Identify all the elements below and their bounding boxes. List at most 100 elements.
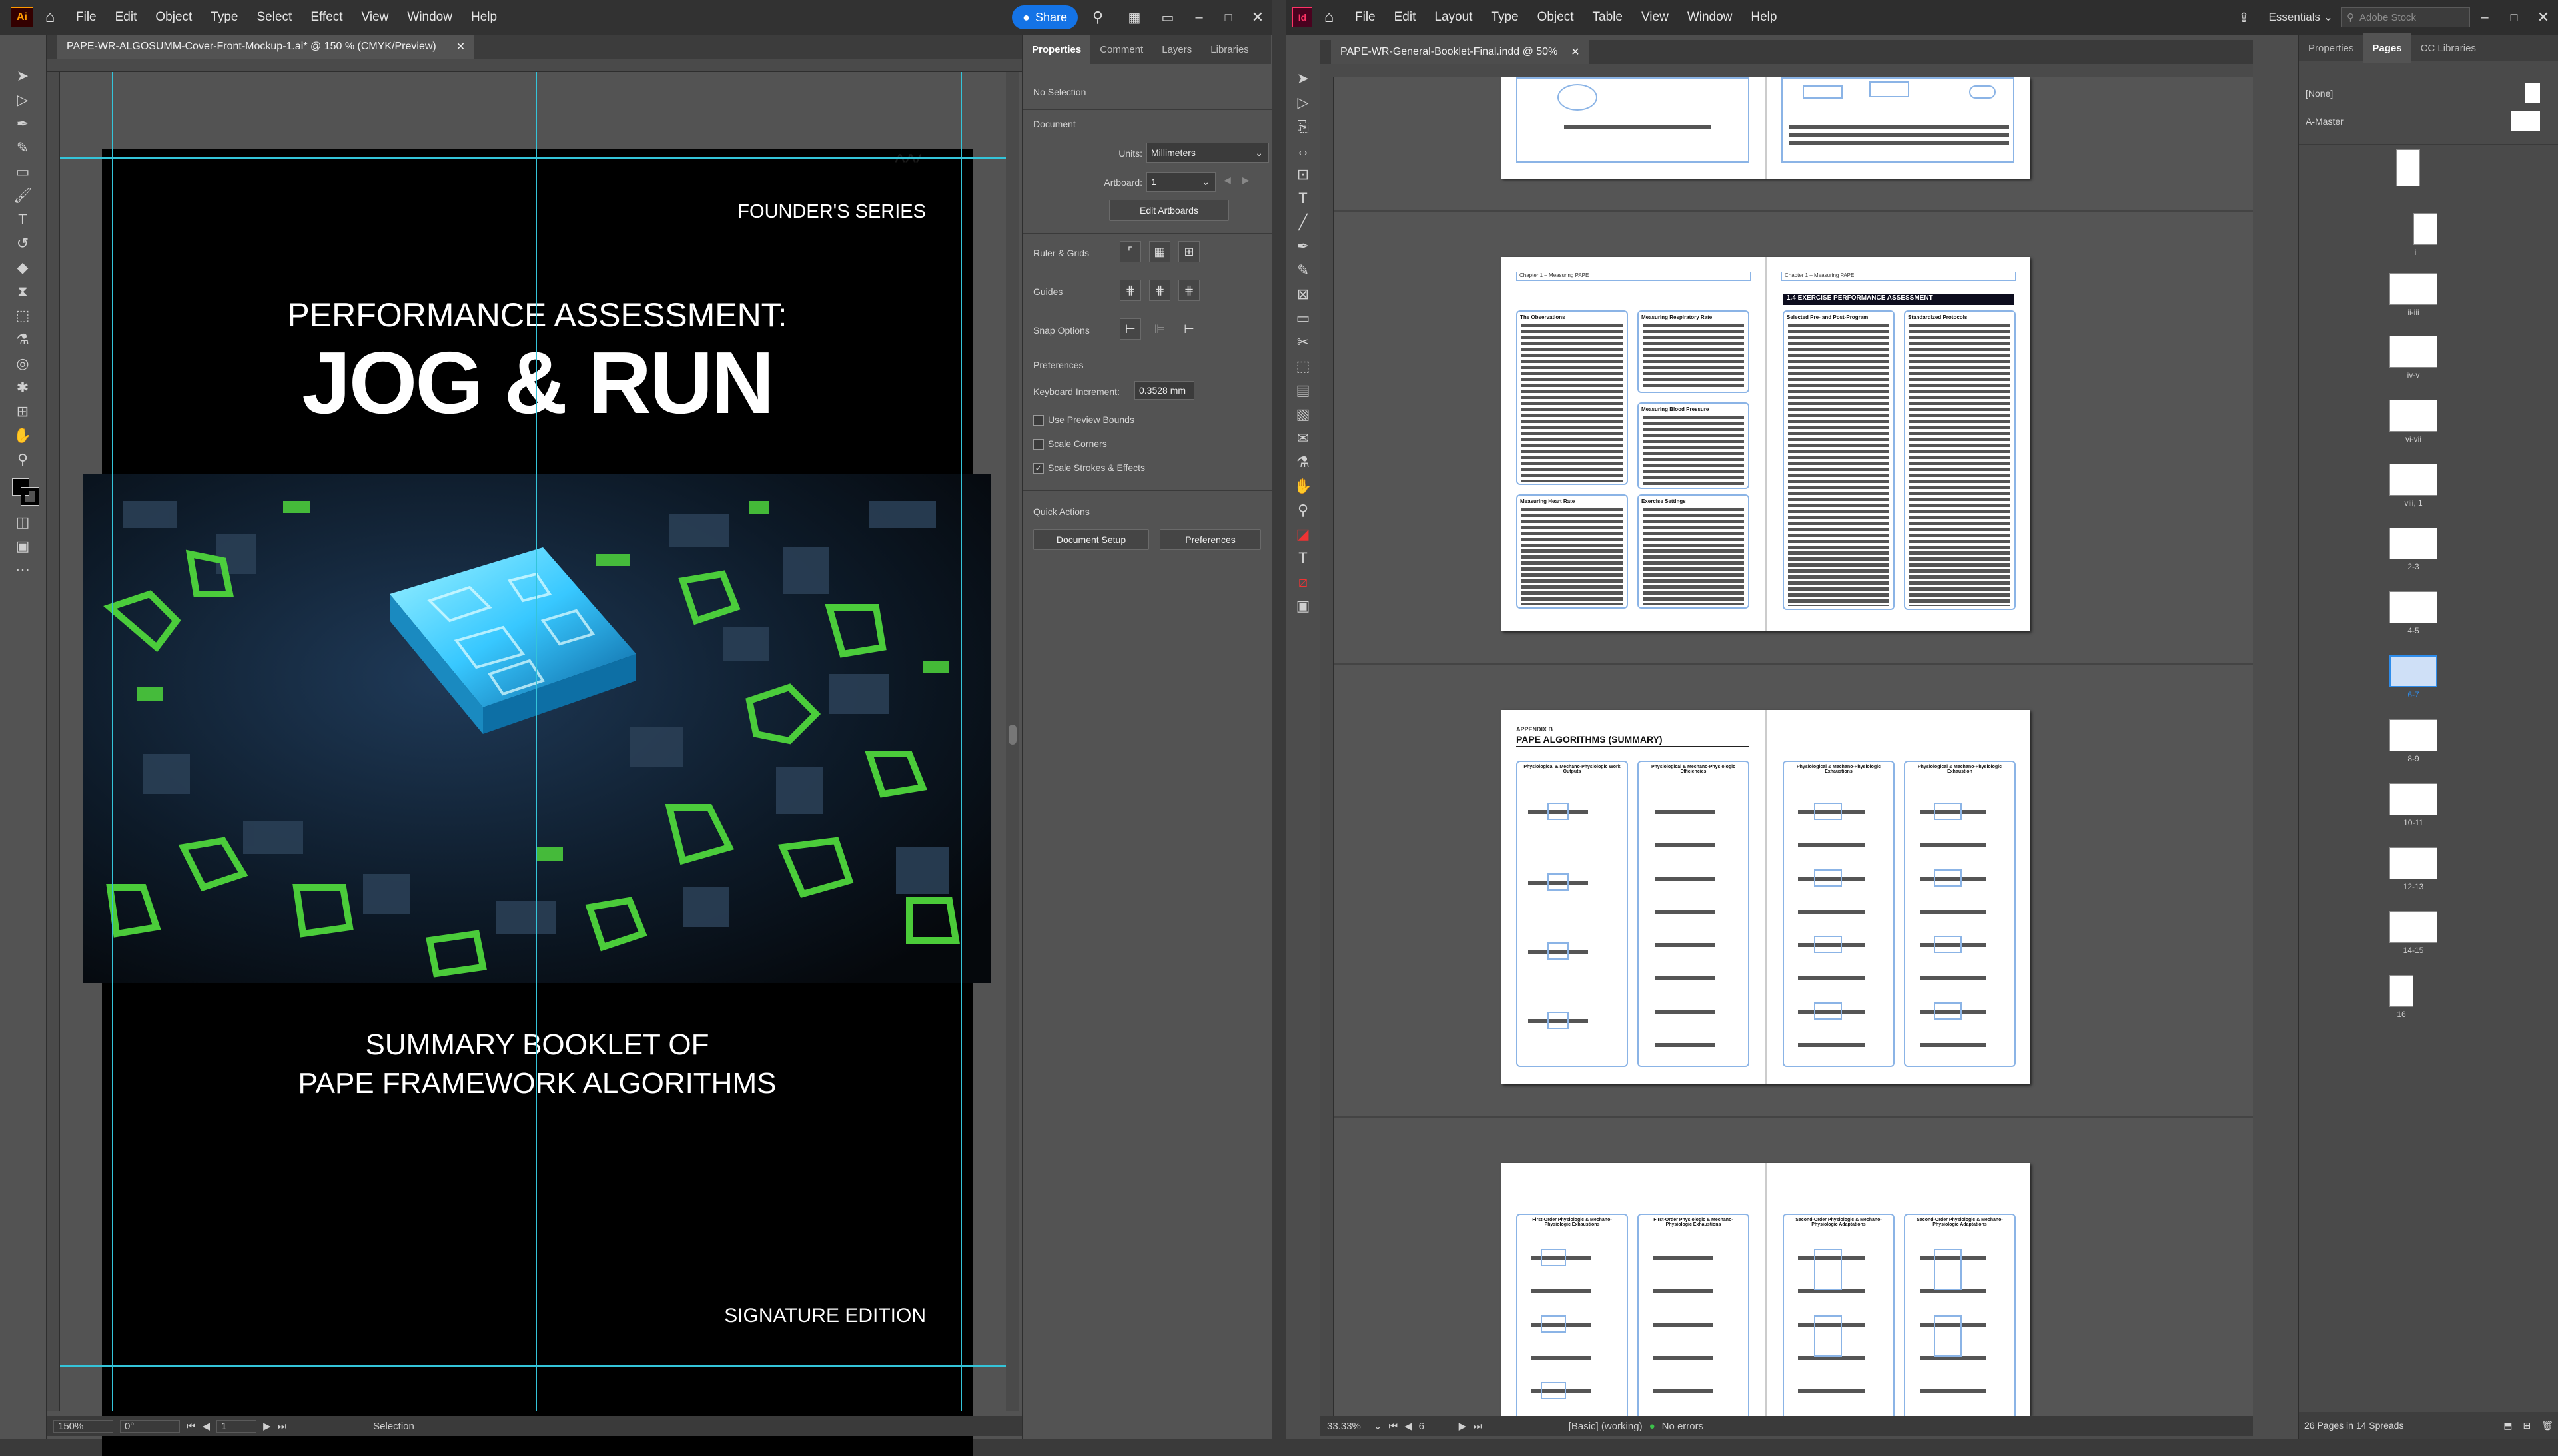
rectangle-tool-icon[interactable]: ▭ bbox=[1290, 306, 1316, 330]
eraser-tool-icon[interactable]: ◆ bbox=[9, 256, 36, 280]
direct-selection-tool-icon[interactable]: ▷ bbox=[9, 88, 36, 112]
tab-comment[interactable]: Comment bbox=[1090, 35, 1152, 64]
type-tool-icon[interactable]: T bbox=[1290, 186, 1316, 210]
close-tab-icon[interactable]: ✕ bbox=[1571, 45, 1579, 59]
search-icon[interactable]: ⚲ bbox=[1078, 9, 1118, 26]
selection-tool-icon[interactable]: ➤ bbox=[1290, 67, 1316, 91]
arrange-documents-icon[interactable]: ▦ bbox=[1118, 9, 1151, 26]
scissors-tool-icon[interactable]: ✂ bbox=[1290, 330, 1316, 354]
zoom-tool-icon[interactable]: ⚲ bbox=[1290, 498, 1316, 522]
tab-properties[interactable]: Properties bbox=[1023, 35, 1091, 64]
home-icon[interactable]: ⌂ bbox=[1312, 8, 1346, 27]
menu-type[interactable]: Type bbox=[1482, 0, 1527, 35]
pen-tool-icon[interactable]: ✒ bbox=[1290, 234, 1316, 258]
free-transform-tool-icon[interactable]: ⬚ bbox=[1290, 354, 1316, 378]
close-window-icon[interactable]: ✕ bbox=[2529, 9, 2558, 26]
rotate-tool-icon[interactable]: ↺ bbox=[9, 232, 36, 256]
menu-table[interactable]: Table bbox=[1583, 0, 1632, 35]
paintbrush-tool-icon[interactable]: 🖌 bbox=[9, 184, 36, 208]
first-artboard-icon[interactable]: ⏮ bbox=[187, 1421, 196, 1432]
preferences-button[interactable]: Preferences bbox=[1160, 529, 1261, 550]
eyedropper-tool-icon[interactable]: ⚗ bbox=[1290, 450, 1316, 474]
page-number-field[interactable]: 6 bbox=[1419, 1421, 1452, 1432]
next-page-icon[interactable]: ▶ bbox=[1459, 1420, 1467, 1432]
master-none[interactable]: [None] bbox=[2306, 88, 2333, 99]
rectangle-frame-tool-icon[interactable]: ⊠ bbox=[1290, 282, 1316, 306]
menu-object[interactable]: Object bbox=[146, 0, 201, 35]
indesign-pasteboard[interactable]: Chapter 1 – Measuring PAPE Chapter 1 – M… bbox=[1334, 77, 2253, 1416]
spread-2[interactable]: Chapter 1 – Measuring PAPE Chapter 1 – M… bbox=[1501, 257, 2030, 631]
edit-page-size-icon[interactable]: ⬒ bbox=[2503, 1420, 2512, 1431]
next-artboard-arrow-icon[interactable]: ▶ bbox=[1242, 175, 1250, 186]
maximize-icon[interactable]: □ bbox=[2499, 11, 2529, 25]
selection-tool-icon[interactable]: ➤ bbox=[9, 64, 36, 88]
spread-3[interactable]: APPENDIX B PAPE ALGORITHMS (SUMMARY) Phy… bbox=[1501, 710, 2030, 1084]
menu-help[interactable]: Help bbox=[1741, 0, 1786, 35]
snap-to-point-icon[interactable]: ⊢ bbox=[1120, 318, 1141, 340]
formatting-affects-text-icon[interactable]: T bbox=[1290, 546, 1316, 570]
screen-mode-icon[interactable]: ▣ bbox=[9, 534, 36, 558]
menu-edit[interactable]: Edit bbox=[1385, 0, 1426, 35]
page-thumb[interactable] bbox=[2389, 336, 2437, 368]
show-guides-icon[interactable]: ⋕ bbox=[1120, 280, 1141, 301]
close-window-icon[interactable]: ✕ bbox=[1243, 9, 1272, 26]
page-thumb[interactable] bbox=[2389, 528, 2437, 559]
home-icon[interactable]: ⌂ bbox=[33, 8, 67, 27]
ruler-icon[interactable]: ⌜ bbox=[1120, 241, 1141, 262]
artboard-navigator[interactable]: 1 bbox=[216, 1419, 257, 1433]
edit-artboards-button[interactable]: Edit Artboards bbox=[1109, 200, 1229, 221]
minimize-icon[interactable]: – bbox=[1184, 10, 1214, 25]
menu-type[interactable]: Type bbox=[201, 0, 247, 35]
note-tool-icon[interactable]: ✉ bbox=[1290, 426, 1316, 450]
prev-page-icon[interactable]: ◀ bbox=[1404, 1420, 1412, 1432]
menu-file[interactable]: File bbox=[67, 0, 106, 35]
page-thumb-selected[interactable] bbox=[2389, 655, 2437, 687]
last-artboard-icon[interactable]: ⏭ bbox=[278, 1421, 287, 1432]
maximize-icon[interactable]: □ bbox=[1214, 11, 1243, 25]
master-a-thumb-left[interactable] bbox=[2511, 111, 2525, 131]
menu-help[interactable]: Help bbox=[462, 0, 506, 35]
last-page-icon[interactable]: ⏭ bbox=[1473, 1421, 1482, 1432]
tab-pages[interactable]: Pages bbox=[2363, 33, 2411, 63]
snap-to-glyph-icon[interactable]: ⊢ bbox=[1178, 318, 1200, 340]
artboard-tool-icon[interactable]: ⊞ bbox=[9, 400, 36, 424]
menu-effect[interactable]: Effect bbox=[301, 0, 352, 35]
page-thumb[interactable] bbox=[2389, 847, 2437, 879]
artboard-dropdown[interactable]: 1 ⌄ bbox=[1146, 172, 1216, 192]
rectangle-tool-icon[interactable]: ▭ bbox=[9, 160, 36, 184]
next-artboard-icon[interactable]: ▶ bbox=[263, 1420, 271, 1432]
adobe-stock-search[interactable]: ⚲ Adobe Stock bbox=[2341, 7, 2470, 27]
menu-file[interactable]: File bbox=[1346, 0, 1385, 35]
direct-selection-tool-icon[interactable]: ▷ bbox=[1290, 91, 1316, 115]
grid-icon[interactable]: ▦ bbox=[1149, 241, 1170, 262]
page-thumb[interactable] bbox=[2389, 975, 2413, 1007]
menu-view[interactable]: View bbox=[1632, 0, 1678, 35]
page-thumb[interactable] bbox=[2389, 273, 2437, 305]
hand-tool-icon[interactable]: ✋ bbox=[9, 424, 36, 448]
chevron-down-icon[interactable]: ⌄ bbox=[1374, 1420, 1382, 1432]
line-tool-icon[interactable]: ╱ bbox=[1290, 210, 1316, 234]
type-tool-icon[interactable]: T bbox=[9, 208, 36, 232]
prev-artboard-icon[interactable]: ◀ bbox=[203, 1420, 211, 1432]
page-thumb[interactable] bbox=[2389, 719, 2437, 751]
gradient-feather-icon[interactable]: ▧ bbox=[1290, 402, 1316, 426]
zoom-tool-icon[interactable]: ⚲ bbox=[9, 448, 36, 472]
eyedropper-tool-icon[interactable]: ⚗ bbox=[9, 328, 36, 352]
tab-layers[interactable]: Layers bbox=[1152, 35, 1201, 64]
master-a-thumb-right[interactable] bbox=[2525, 111, 2540, 131]
symbol-sprayer-icon[interactable]: ✱ bbox=[9, 376, 36, 400]
share-icon[interactable]: ⇪ bbox=[2228, 9, 2261, 26]
menu-edit[interactable]: Edit bbox=[106, 0, 147, 35]
close-tab-icon[interactable]: ✕ bbox=[456, 40, 465, 53]
indesign-doc-tab[interactable]: PAPE-WR-General-Booklet-Final.indd @ 50%… bbox=[1331, 40, 1589, 64]
draw-mode-icon[interactable]: ◫ bbox=[9, 510, 36, 534]
zoom-level[interactable]: 33.33% bbox=[1327, 1421, 1367, 1432]
spread-4[interactable]: First-Order Physiologic & Mechano-Physio… bbox=[1501, 1163, 2030, 1416]
snap-to-pixel-icon[interactable]: ⊫ bbox=[1149, 318, 1170, 340]
page-thumb[interactable] bbox=[2389, 911, 2437, 943]
lock-guides-icon[interactable]: ⋕ bbox=[1149, 280, 1170, 301]
menu-view[interactable]: View bbox=[352, 0, 398, 35]
pencil-tool-icon[interactable]: ✎ bbox=[1290, 258, 1316, 282]
menu-window[interactable]: Window bbox=[398, 0, 462, 35]
new-page-icon[interactable]: ⊞ bbox=[2523, 1420, 2531, 1431]
